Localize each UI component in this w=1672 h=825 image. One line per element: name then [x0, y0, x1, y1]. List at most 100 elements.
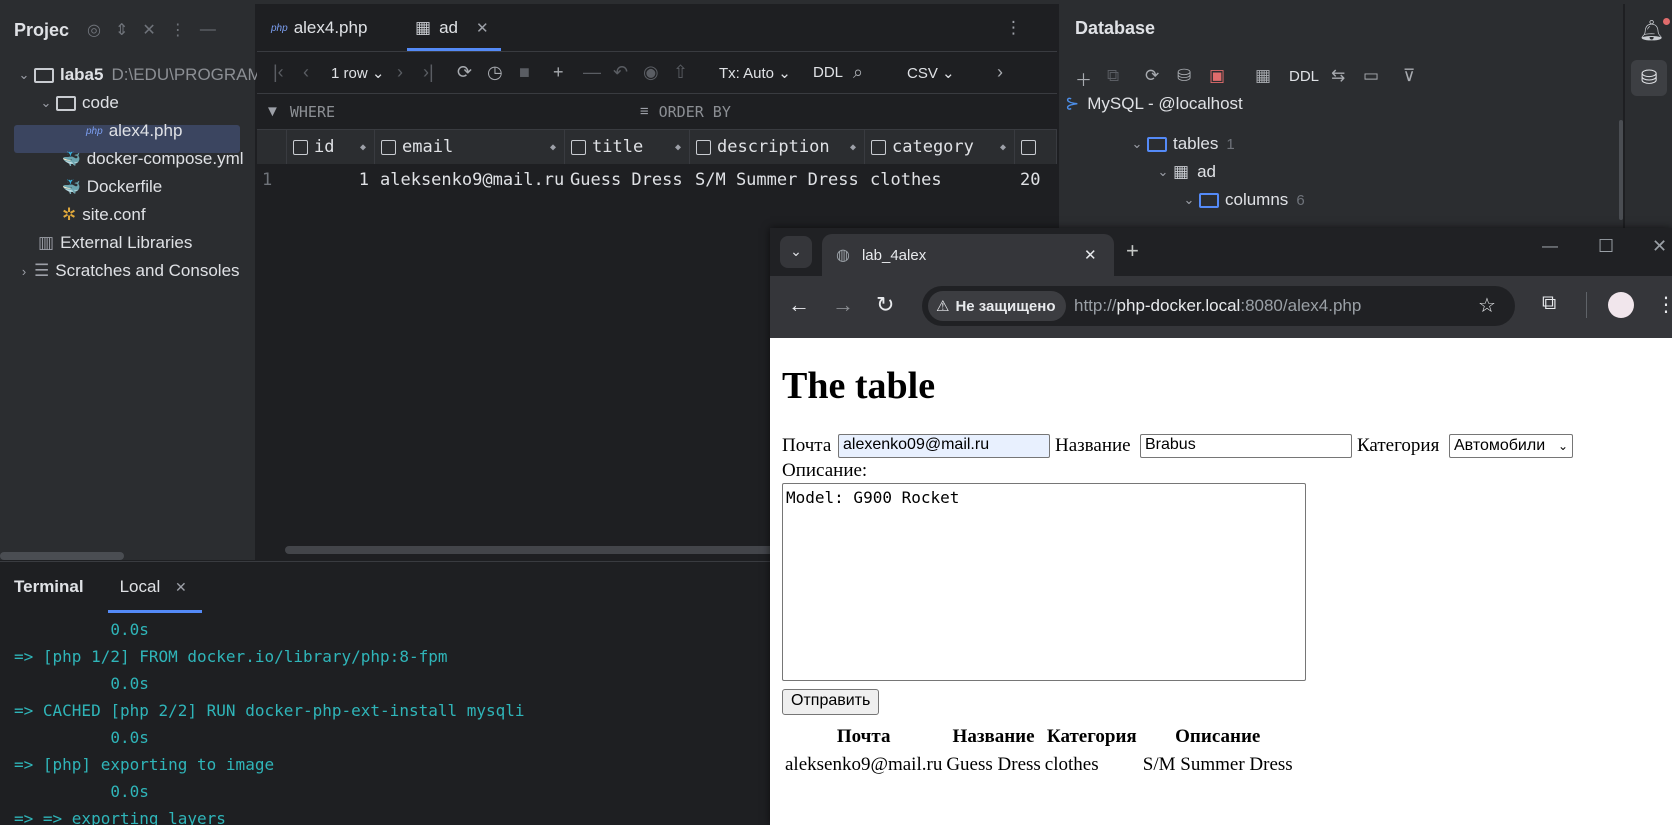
title-field[interactable]: Brabus	[1140, 434, 1352, 458]
tree-item-scratches[interactable]: › ☰ Scratches and Consoles	[14, 257, 240, 285]
close-icon[interactable]: ✕	[175, 579, 187, 595]
url-text[interactable]: http:// php-docker.local :8080/alex4.php	[1074, 286, 1361, 326]
tree-item-site-conf[interactable]: ✲ site.conf	[62, 201, 146, 229]
column-header-id[interactable]: id ◆	[287, 130, 375, 164]
preview-icon[interactable]: ◉	[643, 62, 659, 83]
sort-icon[interactable]: ◆	[675, 142, 681, 153]
category-select[interactable]: Автомобили ⌄	[1449, 434, 1573, 458]
browser-menu-icon[interactable]: ⋮	[1656, 292, 1672, 317]
back-arrow-icon[interactable]: ←	[788, 292, 810, 318]
revert-icon[interactable]: ↶	[613, 62, 628, 83]
reload-icon[interactable]: ↻	[876, 292, 894, 318]
maximize-icon[interactable]: ☐	[1598, 236, 1614, 257]
cell-description[interactable]: S/M Summer Dress	[690, 164, 865, 196]
table-icon[interactable]: ▦	[1255, 66, 1271, 86]
browser-tab-active[interactable]: ◍ lab_4alex ✕	[822, 234, 1114, 276]
order-by-input[interactable]: ORDER BY	[659, 103, 731, 121]
tree-item-tables[interactable]: ⌄ tables 1	[1127, 130, 1235, 158]
sort-icon[interactable]: ◆	[360, 142, 366, 153]
locate-icon[interactable]: ◎	[87, 20, 101, 40]
row-count-dropdown[interactable]: 1 row ⌄	[331, 64, 384, 82]
chevron-right-icon[interactable]: ›	[14, 264, 34, 279]
address-bar[interactable]: ⚠ Не защищено http:// php-docker.local :…	[922, 286, 1515, 326]
close-icon[interactable]: ✕	[476, 19, 489, 37]
chevron-down-icon[interactable]: ⌄	[1153, 164, 1173, 180]
tab-alex4-php[interactable]: php alex4.php	[271, 4, 367, 52]
transaction-mode-dropdown[interactable]: Tx: Auto ⌄	[719, 64, 791, 82]
compare-icon[interactable]: ⇆	[1331, 66, 1345, 86]
column-header-title[interactable]: title ◆	[565, 130, 690, 164]
previous-page-icon[interactable]: ‹	[303, 62, 309, 83]
chevron-down-icon[interactable]: ⌄	[14, 67, 34, 83]
terminal-tab-local[interactable]: Local ✕	[120, 577, 187, 597]
column-header-email[interactable]: email ◆	[375, 130, 565, 164]
options-icon[interactable]: ⋮	[170, 20, 186, 40]
bookmark-star-icon[interactable]: ☆	[1478, 293, 1496, 318]
ddl-button[interactable]: DDL	[813, 64, 843, 81]
tree-item-code[interactable]: ⌄ code	[36, 89, 119, 117]
refresh-icon[interactable]: ⟳	[457, 62, 472, 83]
minimize-icon[interactable]: —	[1542, 238, 1558, 256]
filter-icon[interactable]: ⊽	[1403, 66, 1415, 86]
chevron-down-icon[interactable]: ⌄	[36, 95, 56, 111]
sort-icon[interactable]: ◆	[1000, 142, 1006, 153]
sort-icon[interactable]: ◆	[850, 142, 856, 153]
tab-search-chevron-icon[interactable]: ⌄	[780, 236, 812, 268]
security-chip[interactable]: ⚠ Не защищено	[928, 291, 1066, 321]
next-page-icon[interactable]: ›	[397, 62, 403, 83]
tree-item-external-libraries[interactable]: ▥ External Libraries	[38, 229, 192, 257]
submit-icon[interactable]: ⇧	[673, 62, 688, 83]
column-header-description[interactable]: description ◆	[690, 130, 865, 164]
chevron-down-icon[interactable]: ⌄	[1179, 192, 1199, 208]
last-page-icon[interactable]: ›|	[423, 62, 434, 83]
project-panel-title[interactable]: Projec	[14, 20, 69, 41]
close-icon[interactable]: ✕	[1084, 246, 1097, 264]
notifications-bell-icon[interactable]: 🔔︎	[1639, 18, 1664, 43]
cell-next[interactable]: 20	[1015, 164, 1057, 196]
tree-item-laba5[interactable]: ⌄ laba5 D:\EDU\PROGRAM	[14, 61, 262, 89]
tree-item-docker-compose[interactable]: 🐳 docker-compose.yml	[62, 145, 244, 173]
history-icon[interactable]: ◷	[487, 62, 503, 83]
where-filter-input[interactable]: WHERE	[290, 103, 640, 121]
add-icon[interactable]: ＋	[1075, 66, 1092, 91]
duplicate-icon[interactable]: ⧉	[1107, 66, 1119, 86]
description-textarea[interactable]: Model: G900 Rocket	[782, 483, 1306, 681]
console-icon[interactable]: ▭	[1363, 66, 1379, 86]
tree-item-columns[interactable]: ⌄ columns 6	[1179, 186, 1305, 214]
forward-arrow-icon[interactable]: →	[832, 292, 854, 318]
search-icon[interactable]: ⌕	[853, 62, 863, 83]
ddl-button[interactable]: DDL	[1289, 68, 1319, 85]
hide-icon[interactable]: —	[200, 21, 216, 39]
cell-title[interactable]: Guess Dress	[565, 164, 690, 196]
database-vertical-scrollbar[interactable]	[1619, 120, 1623, 220]
extensions-puzzle-icon[interactable]: ⧉	[1542, 292, 1556, 315]
data-source-properties-icon[interactable]: ⛁	[1177, 66, 1191, 86]
stop-icon[interactable]: ■	[519, 62, 530, 83]
more-tabs-icon[interactable]: ⋮	[1005, 4, 1022, 52]
submit-button[interactable]: Отправить	[782, 689, 880, 715]
tab-ad[interactable]: ▦ ad ✕	[415, 4, 489, 52]
chevron-down-icon[interactable]: ⌄	[1127, 136, 1147, 152]
profile-avatar[interactable]	[1608, 292, 1634, 318]
close-window-icon[interactable]: ✕	[1652, 236, 1667, 257]
more-chevron-icon[interactable]: ›	[997, 62, 1003, 83]
tree-item-alex4-php[interactable]: php alex4.php	[86, 117, 182, 145]
new-tab-plus-icon[interactable]: +	[1126, 238, 1139, 264]
disconnect-icon[interactable]: ▣	[1209, 66, 1225, 86]
sort-icon[interactable]: ◆	[550, 142, 556, 153]
database-tool-icon[interactable]: ⛁	[1631, 60, 1667, 96]
cell-email[interactable]: aleksenko9@mail.ru	[375, 164, 565, 196]
tree-item-dockerfile[interactable]: 🐳 Dockerfile	[62, 173, 162, 201]
email-field[interactable]: alexenko09@mail.ru	[838, 434, 1050, 458]
tree-item-mysql-localhost[interactable]: ⊱ MySQL - @localhost	[1065, 90, 1243, 118]
remove-row-icon[interactable]: —	[583, 62, 601, 83]
export-format-dropdown[interactable]: CSV ⌄	[907, 64, 955, 82]
add-row-icon[interactable]: +	[553, 62, 564, 83]
first-page-icon[interactable]: |‹	[273, 62, 284, 83]
refresh-icon[interactable]: ⟳	[1145, 66, 1159, 86]
project-horizontal-scrollbar[interactable]	[0, 552, 124, 560]
collapse-all-icon[interactable]: ✕	[142, 20, 155, 40]
expand-all-icon[interactable]: ⇕	[115, 20, 128, 40]
cell-id[interactable]: 1	[287, 164, 375, 196]
cell-category[interactable]: clothes	[865, 164, 1015, 196]
